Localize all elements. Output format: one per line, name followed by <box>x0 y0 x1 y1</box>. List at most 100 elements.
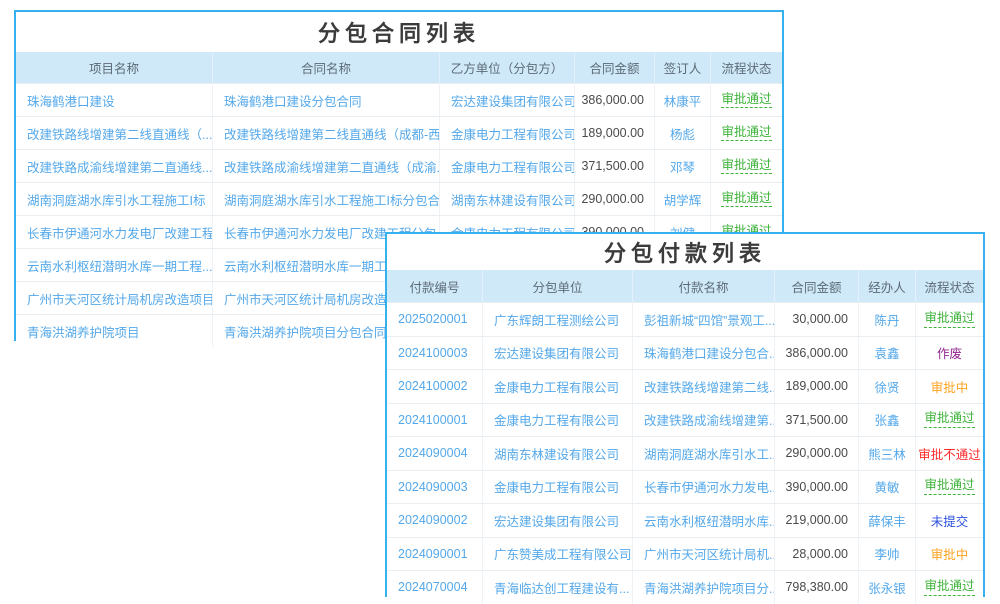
column-header-3: 合同金额 <box>775 270 859 302</box>
status-badge[interactable]: 审批通过 <box>711 183 782 215</box>
status-text[interactable]: 审批通过 <box>924 579 974 596</box>
payment-name-link[interactable]: 珠海鹤港口建设分包合... <box>633 337 775 370</box>
project-name-link[interactable]: 湖南洞庭湖水库引水工程施工I标 <box>16 183 213 215</box>
column-header-2: 付款名称 <box>633 270 775 302</box>
status-badge[interactable]: 审批通过 <box>916 571 983 604</box>
column-header-5: 流程状态 <box>916 270 983 302</box>
status-badge[interactable]: 未提交 <box>916 504 983 537</box>
project-name-link[interactable]: 改建铁路线增建第二线直通线（... <box>16 117 213 149</box>
payment-name-link[interactable]: 云南水利枢纽潜明水库... <box>633 504 775 537</box>
project-name-link[interactable]: 云南水利枢纽潜明水库一期工程... <box>16 249 213 281</box>
contract-name-link[interactable]: 改建铁路线增建第二线直通线（成都-西... <box>213 117 440 149</box>
signer-name: 林康平 <box>655 84 711 116</box>
contract-name-link[interactable]: 改建铁路成渝线增建第二直通线（成渝... <box>213 150 440 182</box>
handler-name: 薛保丰 <box>859 504 916 537</box>
payments-table-header-row: 付款编号分包单位付款名称合同金额经办人流程状态 <box>387 270 983 302</box>
partyb-unit-link[interactable]: 宏达建设集团有限公司 <box>440 84 575 116</box>
project-name-link[interactable]: 长春市伊通河水力发电厂改建工程 <box>16 216 213 248</box>
payment-no-link[interactable]: 2024090001 <box>387 538 483 571</box>
payment-no-link[interactable]: 2024090003 <box>387 471 483 504</box>
payment-name-link[interactable]: 改建铁路成渝线增建第... <box>633 404 775 437</box>
status-badge[interactable]: 审批通过 <box>711 84 782 116</box>
project-name-link[interactable]: 青海洪湖养护院项目 <box>16 315 213 347</box>
status-text[interactable]: 审批不通过 <box>918 444 981 463</box>
status-text[interactable]: 未提交 <box>931 511 969 530</box>
table-row: 2024100002金康电力工程有限公司改建铁路线增建第二线...189,000… <box>387 369 983 403</box>
subcontract-unit-link[interactable]: 金康电力工程有限公司 <box>483 404 633 437</box>
payment-no-link[interactable]: 2024100003 <box>387 337 483 370</box>
handler-name: 张永银 <box>859 571 916 604</box>
project-name-link[interactable]: 改建铁路成渝线增建第二直通线... <box>16 150 213 182</box>
status-badge[interactable]: 审批中 <box>916 370 983 403</box>
payment-name-link[interactable]: 长春市伊通河水力发电... <box>633 471 775 504</box>
status-badge[interactable]: 审批通过 <box>916 303 983 336</box>
payment-no-link[interactable]: 2024100001 <box>387 404 483 437</box>
handler-name: 陈丹 <box>859 303 916 336</box>
partyb-unit-link[interactable]: 湖南东林建设有限公司 <box>440 183 575 215</box>
contract-amount: 386,000.00 <box>575 84 655 116</box>
contract-amount: 371,500.00 <box>775 404 859 437</box>
contract-name-link[interactable]: 湖南洞庭湖水库引水工程施工I标分包合同 <box>213 183 440 215</box>
status-badge[interactable]: 作废 <box>916 337 983 370</box>
status-text[interactable]: 审批通过 <box>924 478 974 495</box>
handler-name: 徐贤 <box>859 370 916 403</box>
table-row: 2024090004湖南东林建设有限公司湖南洞庭湖水库引水工...290,000… <box>387 436 983 470</box>
status-badge[interactable]: 审批不通过 <box>916 437 983 470</box>
status-text[interactable]: 审批通过 <box>924 311 974 328</box>
status-badge[interactable]: 审批通过 <box>916 471 983 504</box>
project-name-link[interactable]: 珠海鹤港口建设 <box>16 84 213 116</box>
payment-name-link[interactable]: 广州市天河区统计局机... <box>633 538 775 571</box>
contract-name-link[interactable]: 珠海鹤港口建设分包合同 <box>213 84 440 116</box>
contract-amount: 290,000.00 <box>775 437 859 470</box>
payment-no-link[interactable]: 2024090004 <box>387 437 483 470</box>
desktop-background: { "colors":{ "panel_border":"#35b2ee", "… <box>0 0 1000 600</box>
contract-amount: 189,000.00 <box>575 117 655 149</box>
status-badge[interactable]: 审批通过 <box>711 150 782 182</box>
status-text[interactable]: 审批中 <box>931 544 969 563</box>
subcontract-unit-link[interactable]: 广东辉朗工程测绘公司 <box>483 303 633 336</box>
status-badge[interactable]: 审批中 <box>916 538 983 571</box>
payment-no-link[interactable]: 2024070004 <box>387 571 483 604</box>
table-row: 2024100001金康电力工程有限公司改建铁路成渝线增建第...371,500… <box>387 403 983 437</box>
subcontract-unit-link[interactable]: 广东赞美成工程有限公司 <box>483 538 633 571</box>
table-row: 改建铁路成渝线增建第二直通线...改建铁路成渝线增建第二直通线（成渝...金康电… <box>16 149 782 182</box>
payment-name-link[interactable]: 青海洪湖养护院项目分... <box>633 571 775 604</box>
status-text[interactable]: 审批通过 <box>721 92 771 109</box>
contract-amount: 30,000.00 <box>775 303 859 336</box>
signer-name: 邓琴 <box>655 150 711 182</box>
subcontract-unit-link[interactable]: 宏达建设集团有限公司 <box>483 504 633 537</box>
status-badge[interactable]: 审批通过 <box>711 117 782 149</box>
partyb-unit-link[interactable]: 金康电力工程有限公司 <box>440 117 575 149</box>
subcontract-unit-link[interactable]: 青海临达创工程建设有... <box>483 571 633 604</box>
status-text[interactable]: 审批通过 <box>721 191 771 208</box>
status-text[interactable]: 审批通过 <box>721 158 771 175</box>
subcontract-unit-link[interactable]: 金康电力工程有限公司 <box>483 370 633 403</box>
status-text[interactable]: 审批通过 <box>721 125 771 142</box>
table-row: 2024100003宏达建设集团有限公司珠海鹤港口建设分包合...386,000… <box>387 336 983 370</box>
status-text[interactable]: 审批中 <box>931 377 969 396</box>
partyb-unit-link[interactable]: 金康电力工程有限公司 <box>440 150 575 182</box>
project-name-link[interactable]: 广州市天河区统计局机房改造项目 <box>16 282 213 314</box>
payment-name-link[interactable]: 改建铁路线增建第二线... <box>633 370 775 403</box>
status-text[interactable]: 审批通过 <box>924 411 974 428</box>
contract-amount: 28,000.00 <box>775 538 859 571</box>
contract-amount: 290,000.00 <box>575 183 655 215</box>
subcontract-unit-link[interactable]: 宏达建设集团有限公司 <box>483 337 633 370</box>
payment-name-link[interactable]: 湖南洞庭湖水库引水工... <box>633 437 775 470</box>
subcontract-unit-link[interactable]: 湖南东林建设有限公司 <box>483 437 633 470</box>
payments-table-body: 2025020001广东辉朗工程测绘公司彭祖新城“四馆”景观工...30,000… <box>387 302 983 604</box>
handler-name: 黄敏 <box>859 471 916 504</box>
contract-amount: 386,000.00 <box>775 337 859 370</box>
payments-list-panel: 分包付款列表 付款编号分包单位付款名称合同金额经办人流程状态 202502000… <box>385 232 985 597</box>
status-text[interactable]: 作废 <box>937 343 962 362</box>
column-header-0: 项目名称 <box>16 52 213 83</box>
table-row: 湖南洞庭湖水库引水工程施工I标湖南洞庭湖水库引水工程施工I标分包合同湖南东林建设… <box>16 182 782 215</box>
status-badge[interactable]: 审批通过 <box>916 404 983 437</box>
contract-amount: 219,000.00 <box>775 504 859 537</box>
payment-name-link[interactable]: 彭祖新城“四馆”景观工... <box>633 303 775 336</box>
signer-name: 杨彪 <box>655 117 711 149</box>
subcontract-unit-link[interactable]: 金康电力工程有限公司 <box>483 471 633 504</box>
payment-no-link[interactable]: 2024100002 <box>387 370 483 403</box>
payment-no-link[interactable]: 2025020001 <box>387 303 483 336</box>
payment-no-link[interactable]: 2024090002 <box>387 504 483 537</box>
